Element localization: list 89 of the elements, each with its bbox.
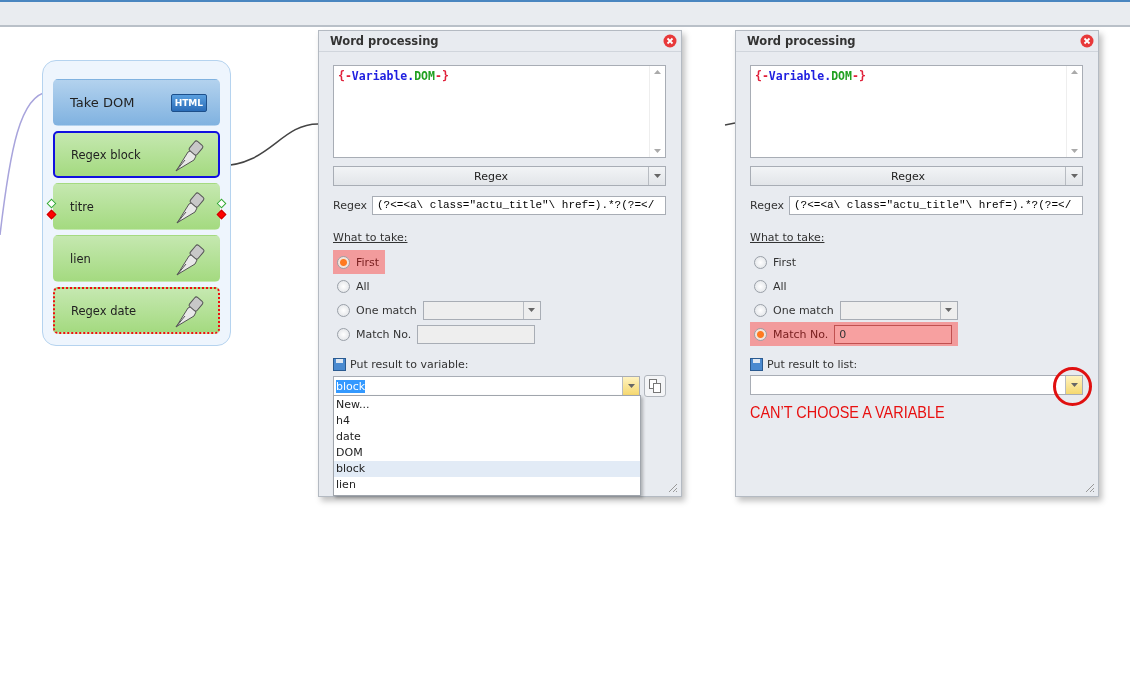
radio-label: First	[773, 255, 797, 269]
radio-label: All	[356, 279, 370, 293]
text-token: -}	[434, 69, 449, 83]
dropdown-arrow-icon	[945, 308, 953, 312]
radio-button[interactable]	[337, 327, 350, 341]
window-title: Word processing	[330, 34, 439, 48]
node-label: Regex block	[71, 147, 141, 162]
output-label: Put result to variable:	[350, 358, 469, 371]
match-dropdown[interactable]	[422, 300, 541, 320]
action-node[interactable]: lien	[53, 235, 220, 282]
radio-button[interactable]	[754, 255, 767, 269]
text-token: {-	[755, 69, 769, 83]
radio-button[interactable]	[754, 303, 767, 317]
dropdown-item[interactable]: block	[334, 461, 640, 477]
pen-nib-icon	[174, 137, 206, 172]
dropdown-arrow-icon	[1070, 174, 1078, 178]
text-token: -}	[851, 69, 866, 83]
scroll-down-icon[interactable]	[1071, 149, 1078, 153]
action-node[interactable]: Regex date	[53, 287, 220, 334]
selected-text: block	[336, 379, 366, 393]
radio-label: One match	[356, 303, 417, 317]
copy-icon	[649, 379, 661, 393]
radio-button[interactable]	[337, 255, 350, 269]
scroll-up-icon[interactable]	[1071, 70, 1078, 74]
regex-label: Regex	[750, 199, 784, 212]
resize-grip-icon[interactable]	[1084, 482, 1095, 493]
match-number-field[interactable]	[417, 324, 536, 344]
mode-dropdown[interactable]: Regex	[750, 166, 1083, 186]
text-token: Variable.	[768, 69, 832, 83]
dropdown-arrow-icon	[627, 384, 635, 388]
node-label: Regex date	[71, 303, 137, 318]
scroll-up-icon[interactable]	[654, 70, 661, 74]
radio-label: First	[356, 255, 380, 269]
action-node[interactable]: Take DOM HTML	[53, 79, 220, 126]
connector-line	[724, 122, 736, 126]
radio-button[interactable]	[337, 279, 350, 293]
dropdown-item[interactable]: New...	[334, 397, 640, 413]
regex-label: Regex	[333, 199, 367, 212]
regex-field[interactable]: (?<=<a\ class="actu_title"\ href=).*?(?=</	[789, 196, 1083, 215]
scroll-down-icon[interactable]	[654, 149, 661, 153]
output-dropdown[interactable]	[750, 375, 1083, 395]
radio-label: Match No.	[356, 327, 412, 341]
section-label: What to take:	[750, 231, 825, 244]
port-icon[interactable]	[46, 209, 57, 220]
html-badge-icon: HTML	[170, 93, 207, 112]
pen-nib-icon	[174, 293, 206, 328]
radio-label: All	[773, 279, 787, 293]
annotation-text: CAN’T CHOOSE A VARIABLE	[750, 403, 945, 423]
close-icon[interactable]	[1080, 34, 1094, 48]
dropdown-item[interactable]: lien	[334, 477, 640, 493]
dropdown-item[interactable]: date	[334, 429, 640, 445]
window-title: Word processing	[747, 34, 856, 48]
radio-label: One match	[773, 303, 834, 317]
radio-button[interactable]	[337, 303, 350, 317]
copy-button[interactable]	[644, 375, 666, 397]
port-icon[interactable]	[216, 198, 227, 209]
action-node[interactable]: Regex block	[53, 131, 220, 178]
port-icon[interactable]	[46, 198, 57, 209]
radio-button[interactable]	[754, 327, 767, 341]
section-label: What to take:	[333, 231, 408, 244]
dropdown-arrow-icon	[528, 308, 536, 312]
node-label: lien	[70, 251, 91, 266]
save-icon	[333, 358, 346, 371]
text-token: DOM	[414, 69, 435, 83]
dropdown-arrow-icon	[1070, 383, 1078, 387]
node-label: Take DOM	[70, 95, 135, 110]
radio-label: Match No.	[773, 327, 829, 341]
radio-button[interactable]	[754, 279, 767, 293]
save-icon	[750, 358, 763, 371]
mode-dropdown[interactable]: Regex	[333, 166, 666, 186]
input-text-field[interactable]: {-Variable.DOM-}	[750, 65, 1083, 158]
dropdown-item[interactable]: DOM	[334, 445, 640, 461]
input-text-field[interactable]: {-Variable.DOM-}	[333, 65, 666, 158]
dropdown-item[interactable]: h4	[334, 413, 640, 429]
pen-nib-icon	[175, 241, 207, 276]
port-icon[interactable]	[216, 209, 227, 220]
resize-grip-icon[interactable]	[667, 482, 678, 493]
text-token: Variable.	[351, 69, 415, 83]
action-node[interactable]: titre	[53, 183, 220, 230]
regex-field[interactable]: (?<=<a\ class="actu_title"\ href=).*?(?=</	[372, 196, 666, 215]
match-dropdown[interactable]	[839, 300, 958, 320]
pen-nib-icon	[175, 189, 207, 224]
match-number-field[interactable]: 0	[834, 324, 953, 344]
text-token: {-	[338, 69, 352, 83]
close-icon[interactable]	[663, 34, 677, 48]
text-token: DOM	[831, 69, 852, 83]
dropdown-arrow-icon	[653, 174, 661, 178]
output-label: Put result to list:	[767, 358, 858, 371]
node-label: titre	[70, 199, 94, 214]
